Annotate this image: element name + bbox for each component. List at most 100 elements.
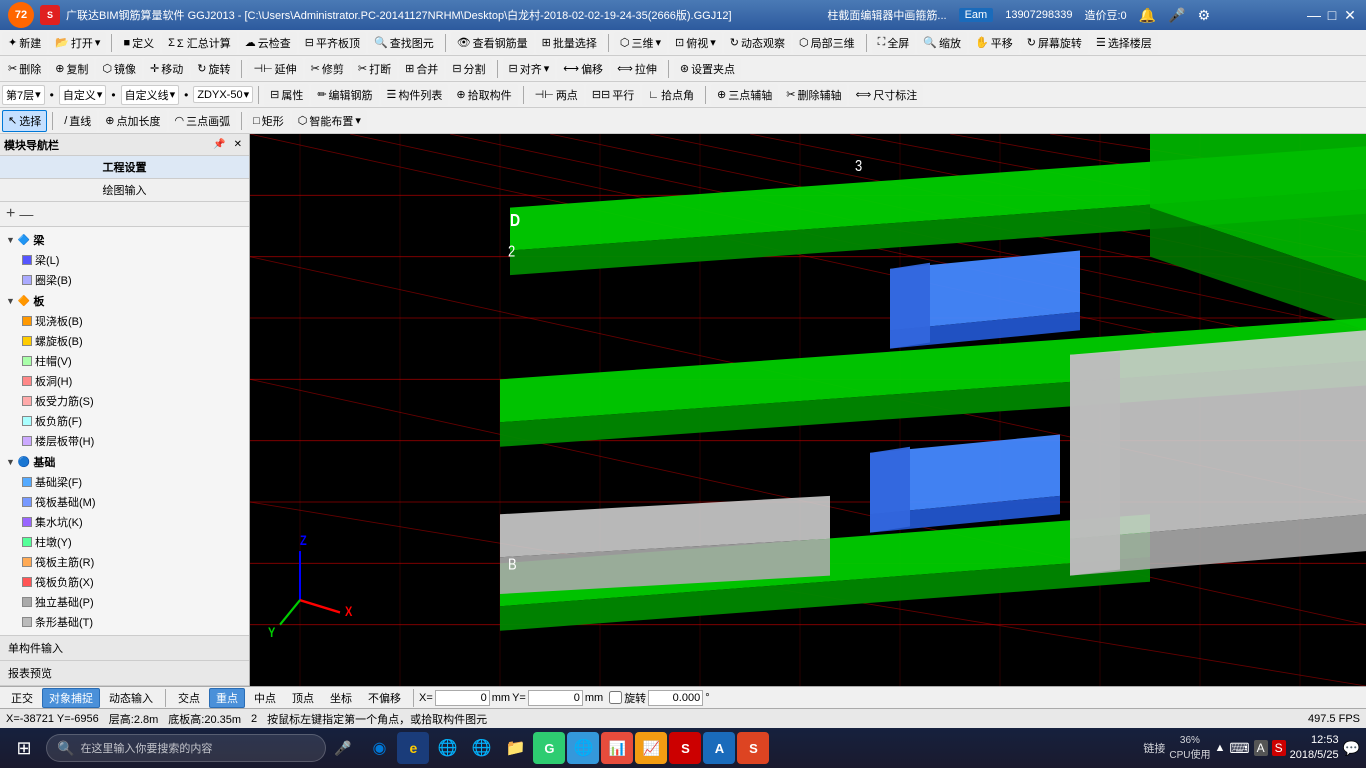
merge-button[interactable]: ⊞ 合并: [399, 58, 444, 80]
taskbar-app-chrome[interactable]: 🌐: [431, 732, 463, 764]
edit-rebar-button[interactable]: ✏ 编辑钢筋: [311, 84, 378, 106]
zdyx-dropdown[interactable]: ZDYX-50 ▾: [193, 86, 253, 103]
taskbar-app-s2[interactable]: S: [737, 732, 769, 764]
layer-dropdown[interactable]: 第7层 ▾: [2, 85, 45, 105]
taskbar-app-data[interactable]: 📈: [635, 732, 667, 764]
fullscreen-button[interactable]: ⛶ 全屏: [872, 32, 916, 54]
find-element-button[interactable]: 🔍 查找图元: [368, 32, 440, 54]
ime-icon[interactable]: S: [1272, 740, 1286, 756]
zoom-button[interactable]: 🔍 缩放: [917, 32, 967, 54]
split-button[interactable]: ⊟ 分割: [446, 58, 491, 80]
tree-item-pit[interactable]: 集水坑(K): [2, 512, 247, 532]
tree-item-spiral-slab[interactable]: 螺旋板(B): [2, 331, 247, 351]
taskbar-app-green[interactable]: G: [533, 732, 565, 764]
align-button[interactable]: ⊟ 对齐 ▾: [503, 58, 556, 80]
rotate-checkbox[interactable]: [609, 691, 622, 704]
dynamic-view-button[interactable]: ↻ 动态观察: [724, 32, 791, 54]
view-rebar-button[interactable]: 👁 查看钢筋量: [451, 32, 534, 54]
parallel-button[interactable]: ⊟⊟ 平行: [586, 84, 640, 106]
set-grip-button[interactable]: ⊛ 设置夹点: [674, 58, 741, 80]
taskbar-app-edge[interactable]: ◉: [363, 732, 395, 764]
taskbar-app-chart[interactable]: 📊: [601, 732, 633, 764]
window-controls[interactable]: — □ ✕: [1306, 7, 1358, 23]
mirror-button[interactable]: ⬡ 镜像: [96, 58, 142, 80]
align-top-button[interactable]: ⊟ 平齐板顶: [299, 32, 366, 54]
tree-group-foundation-header[interactable]: ▼ 🔵 基础: [2, 452, 247, 472]
nav-sub-input[interactable]: 绘图输入: [0, 179, 249, 201]
comp-list-button[interactable]: ☰ 构件列表: [381, 84, 449, 106]
select-floor-button[interactable]: ☰ 选择楼层: [1090, 32, 1158, 54]
local-3d-button[interactable]: ⬡ 局部三维: [793, 32, 861, 54]
dim-button[interactable]: ⟺ 尺寸标注: [849, 84, 923, 106]
copy-button[interactable]: ⊕ 复制: [49, 58, 94, 80]
tree-item-col-cap[interactable]: 柱帽(V): [2, 351, 247, 371]
close-button[interactable]: ✕: [1342, 7, 1358, 23]
angle-button[interactable]: ∟ 拾点角: [642, 84, 700, 106]
del-axis-button[interactable]: ✂ 删除辅轴: [780, 84, 847, 106]
maximize-button[interactable]: □: [1324, 7, 1340, 23]
line-dropdown[interactable]: 自定义线 ▾: [121, 85, 180, 105]
taskbar-search[interactable]: 🔍 在这里输入你要搜索的内容: [46, 734, 326, 762]
panel-controls[interactable]: 📌 ✕: [210, 138, 245, 151]
tree-item-slab-rebar[interactable]: 板受力筋(S): [2, 391, 247, 411]
move-button[interactable]: ✛ 移动: [144, 58, 189, 80]
define-dropdown[interactable]: 自定义 ▾: [59, 85, 107, 105]
taskbar-app-ie[interactable]: e: [397, 732, 429, 764]
three-axis-button[interactable]: ⊕ 三点辅轴: [711, 84, 778, 106]
taskbar-app-a[interactable]: A: [703, 732, 735, 764]
rotate-tool-button[interactable]: ↻ 旋转: [191, 58, 236, 80]
remove-item-button[interactable]: —: [19, 206, 33, 222]
rect-button[interactable]: □ 矩形: [247, 110, 290, 132]
taskbar-app-explorer[interactable]: 📁: [499, 732, 531, 764]
tree-item-raft-main[interactable]: 筏板主筋(R): [2, 552, 247, 572]
pan-button[interactable]: ✋ 平移: [969, 32, 1019, 54]
3d-button[interactable]: ⬡ 三维 ▾: [614, 32, 667, 54]
tree-item-slab-neg[interactable]: 板负筋(F): [2, 411, 247, 431]
report-preview-button[interactable]: 报表预览: [0, 661, 249, 686]
batch-select-button[interactable]: ⊞ 批量选择: [536, 32, 603, 54]
pick-comp-button[interactable]: ⊕ 拾取构件: [450, 84, 517, 106]
snap-coord[interactable]: 坐标: [323, 688, 359, 708]
calc-button[interactable]: Σ Σ 汇总计算: [162, 32, 237, 54]
minimize-button[interactable]: —: [1306, 7, 1322, 23]
smart-place-button[interactable]: ⬡ 智能布置 ▾: [292, 110, 367, 132]
arc-button[interactable]: ◠ 三点画弧: [169, 110, 237, 132]
up-arrow-icon[interactable]: ▲: [1214, 742, 1225, 754]
nav-header[interactable]: 工程设置: [0, 156, 249, 179]
extend-button[interactable]: ⊣⊢ 延伸: [247, 58, 302, 80]
snap-dynamic[interactable]: 动态输入: [102, 688, 160, 708]
tree-item-raft-neg[interactable]: 筏板负筋(X): [2, 572, 247, 592]
taskbar-app-blue[interactable]: 🌐: [567, 732, 599, 764]
taskbar-clock[interactable]: 12:53 2018/5/25: [1290, 733, 1339, 764]
notification-icon[interactable]: 💬: [1343, 740, 1360, 757]
property-button[interactable]: ⊟ 属性: [264, 84, 309, 106]
mic-icon[interactable]: 🎤: [1168, 7, 1185, 24]
stretch-button[interactable]: ⟺ 拉伸: [611, 58, 663, 80]
offset-button[interactable]: ⟷ 偏移: [557, 58, 609, 80]
tree-item-raft[interactable]: 筏板基础(M): [2, 492, 247, 512]
tree-item-floor-band[interactable]: 楼层板带(H): [2, 431, 247, 451]
input-method-icon[interactable]: A: [1254, 740, 1268, 756]
snap-no-offset[interactable]: 不偏移: [361, 688, 408, 708]
panel-close-button[interactable]: ✕: [231, 138, 245, 151]
tree-item-slab-hole[interactable]: 板洞(H): [2, 371, 247, 391]
top-view-button[interactable]: ⊡ 俯视 ▾: [669, 32, 722, 54]
new-button[interactable]: ✦ 新建: [2, 32, 47, 54]
rotate-input[interactable]: [648, 690, 703, 706]
tree-item-beam-b[interactable]: 圈梁(B): [2, 270, 247, 290]
two-point-button[interactable]: ⊣⊢ 两点: [529, 84, 584, 106]
tree-item-found-beam[interactable]: 基础梁(F): [2, 472, 247, 492]
cloud-check-button[interactable]: ☁ 云检查: [239, 32, 297, 54]
tree-item-beam-l[interactable]: 梁(L): [2, 250, 247, 270]
snap-vertex[interactable]: 顶点: [285, 688, 321, 708]
tree-group-beam-header[interactable]: ▼ 🔷 梁: [2, 230, 247, 250]
snap-orthogonal[interactable]: 正交: [4, 688, 40, 708]
open-button[interactable]: 📂 打开 ▾: [49, 32, 106, 54]
tree-item-strip[interactable]: 条形基础(T): [2, 612, 247, 632]
start-button[interactable]: ⊞: [6, 730, 42, 766]
tree-group-slab-header[interactable]: ▼ 🔶 板: [2, 291, 247, 311]
single-comp-button[interactable]: 单构件输入: [0, 636, 249, 661]
snap-intersection[interactable]: 交点: [171, 688, 207, 708]
snap-center[interactable]: 中点: [247, 688, 283, 708]
taskbar-app-ie2[interactable]: 🌐: [465, 732, 497, 764]
